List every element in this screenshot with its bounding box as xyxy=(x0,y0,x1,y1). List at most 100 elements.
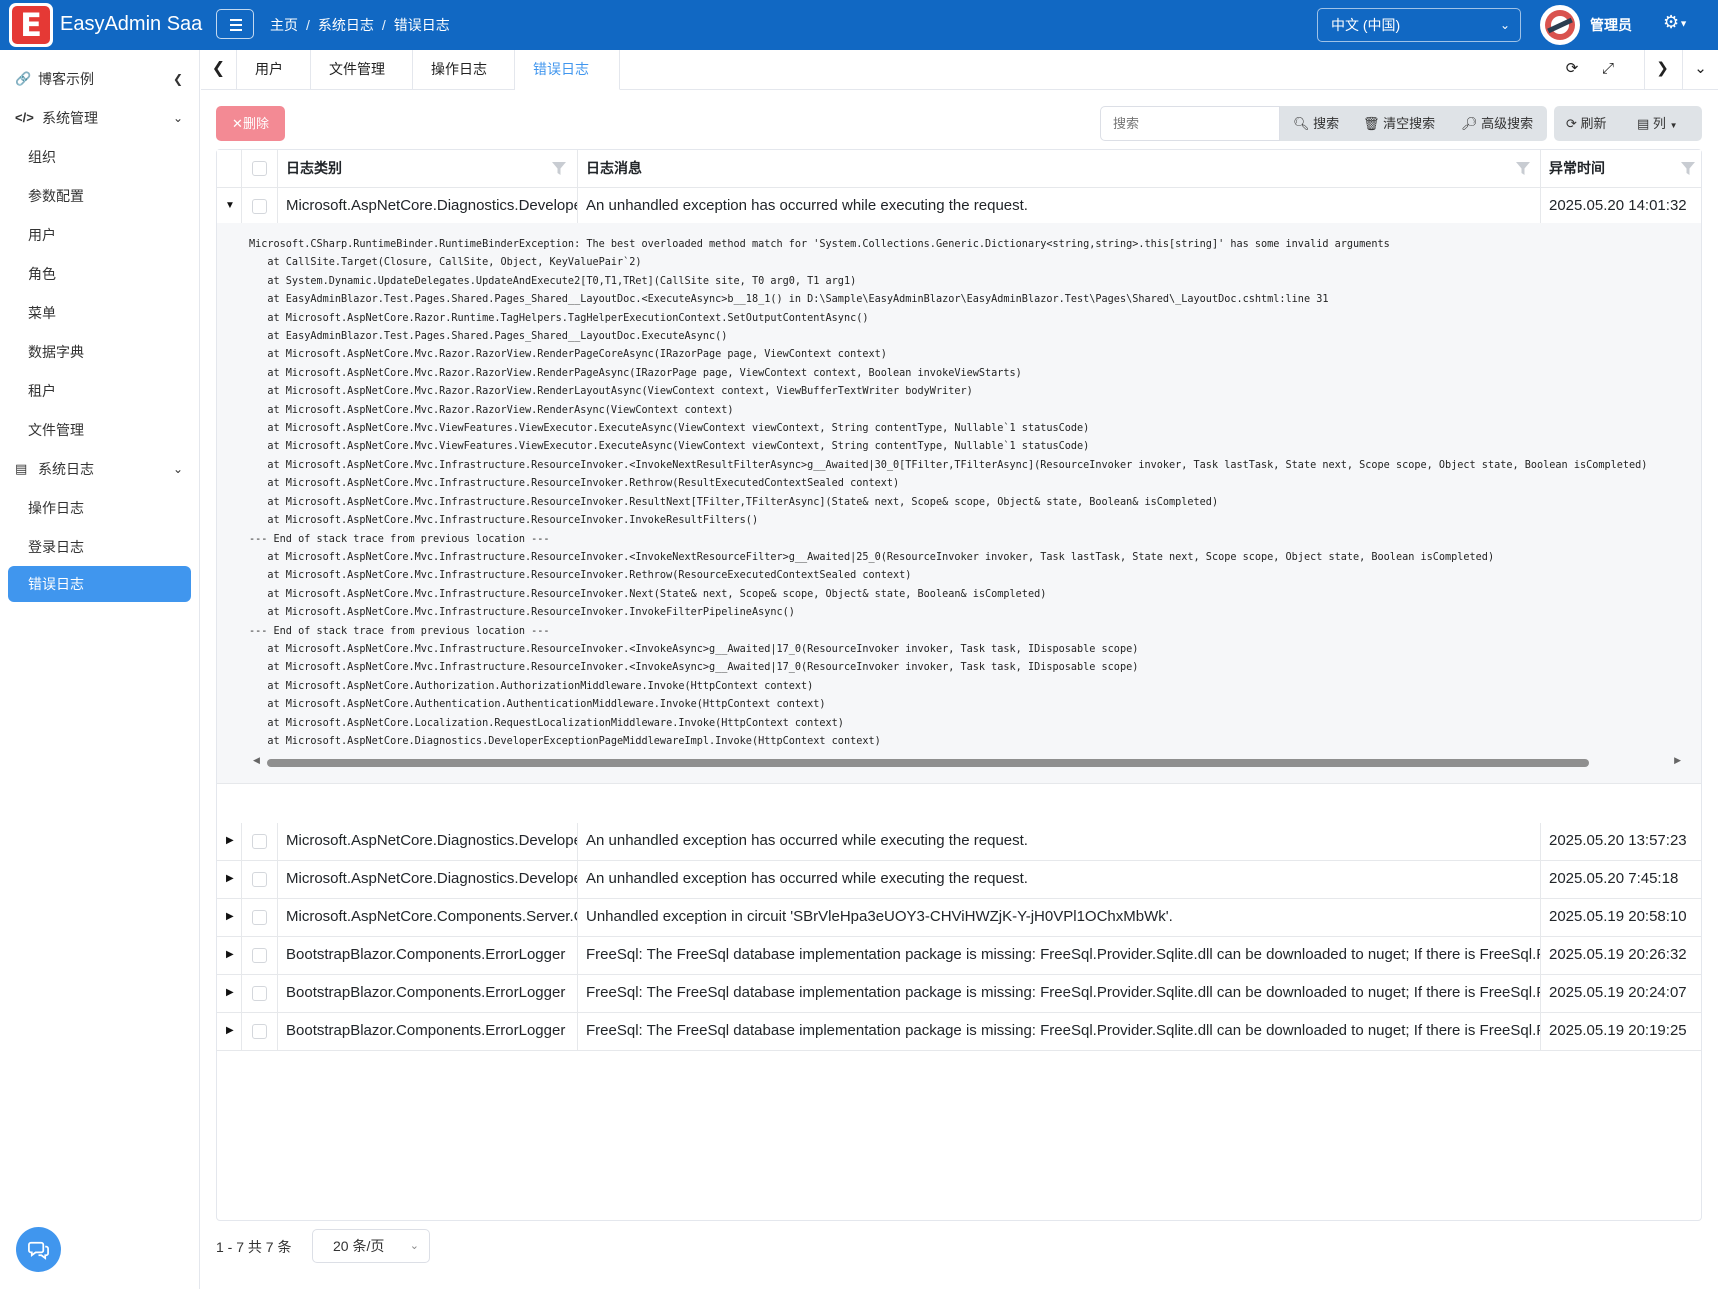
scroll-left-arrow-icon[interactable]: ◀ xyxy=(253,755,260,766)
expand-cell: ▼ xyxy=(217,188,241,224)
row-checkbox[interactable] xyxy=(252,910,267,925)
row-checkbox[interactable] xyxy=(252,948,267,963)
hamburger-icon xyxy=(230,19,242,21)
row-checkbox[interactable] xyxy=(252,1024,267,1039)
language-select[interactable]: 中文 (中国) ⌄ xyxy=(1317,8,1521,42)
cell-message: FreeSql: The FreeSql database implementa… xyxy=(577,975,1540,1012)
expand-row-icon[interactable]: ▶ xyxy=(226,987,234,998)
sidebar-item-roles[interactable]: 角色 xyxy=(8,256,191,292)
expand-row-icon[interactable]: ▶ xyxy=(226,1025,234,1036)
sidebar-item-system-management[interactable]: </> 系统管理 ⌄ xyxy=(8,100,191,136)
expand-row-icon[interactable]: ▶ xyxy=(226,911,234,922)
sidebar-item-tenants[interactable]: 租户 xyxy=(8,373,191,409)
user-name[interactable]: 管理员 xyxy=(1590,15,1632,35)
horizontal-scrollbar[interactable]: ◀ ▶ xyxy=(253,755,1681,767)
sidebar-item-login-log[interactable]: 登录日志 xyxy=(8,529,191,565)
close-icon: ✕ xyxy=(232,116,243,131)
brand-logo[interactable]: E xyxy=(9,3,53,47)
tab-files[interactable]: 文件管理 xyxy=(311,50,413,90)
clear-search-button[interactable]: 🗑︎ 清空搜索 xyxy=(1363,106,1435,141)
sidebar-item-dictionary[interactable]: 数据字典 xyxy=(8,334,191,370)
stack-trace-line: at Microsoft.AspNetCore.Mvc.Infrastructu… xyxy=(249,570,912,582)
language-select-value: 中文 (中国) xyxy=(1331,17,1401,33)
tab-scroll-left-button[interactable]: ❮ xyxy=(201,50,237,89)
stack-trace-line: at Microsoft.AspNetCore.Mvc.Razor.RazorV… xyxy=(249,367,1022,379)
expand-row-icon[interactable]: ▶ xyxy=(226,873,234,884)
row-detail-panel: Microsoft.CSharp.RuntimeBinder.RuntimeBi… xyxy=(217,223,1701,784)
row-checkbox[interactable] xyxy=(252,199,267,214)
filter-icon[interactable] xyxy=(1516,162,1530,175)
sidebar-item-blog[interactable]: 🔗 博客示例 ❮ xyxy=(8,61,191,97)
sidebar-item-error-log[interactable]: 错误日志 xyxy=(8,566,191,602)
tab-error-log[interactable]: 错误日志 xyxy=(515,50,620,90)
filter-icon[interactable] xyxy=(552,162,566,175)
row-checkbox[interactable] xyxy=(252,872,267,887)
tab-label: 用户 xyxy=(255,61,283,77)
expand-cell: ▶ xyxy=(217,1013,241,1050)
sidebar-item-label: 操作日志 xyxy=(28,500,84,516)
avatar[interactable] xyxy=(1540,5,1580,45)
sidebar-item-label: 角色 xyxy=(28,266,56,282)
tab-menu-button[interactable]: ⌄ xyxy=(1682,50,1718,89)
sidebar-item-menus[interactable]: 菜单 xyxy=(8,295,191,331)
cell-time: 2025.05.19 20:58:10 xyxy=(1540,899,1701,936)
sidebar-item-label: 组织 xyxy=(28,149,56,165)
column-header-time[interactable]: 异常时间 xyxy=(1540,150,1701,187)
sidebar-item-organization[interactable]: 组织 xyxy=(8,139,191,175)
table-row[interactable]: ▶ Microsoft.AspNetCore.Diagnostics.Devel… xyxy=(217,861,1701,899)
expand-cell: ▶ xyxy=(217,861,241,898)
expand-row-icon[interactable]: ▶ xyxy=(226,835,234,846)
refresh-button[interactable]: ⟳ 刷新 xyxy=(1566,106,1607,141)
sidebar-item-users[interactable]: 用户 xyxy=(8,217,191,253)
tab-scroll-right-button[interactable]: ❯ xyxy=(1644,50,1680,89)
row-checkbox[interactable] xyxy=(252,986,267,1001)
advanced-search-button[interactable]: 🔎︎ 高级搜索 xyxy=(1461,106,1533,141)
tab-operation-log[interactable]: 操作日志 xyxy=(413,50,515,90)
table-row[interactable]: ▶ Microsoft.AspNetCore.Diagnostics.Devel… xyxy=(217,823,1701,861)
cell-message: FreeSql: The FreeSql database implementa… xyxy=(577,937,1540,974)
breadcrumb-home[interactable]: 主页 xyxy=(270,17,298,33)
page-size-select[interactable]: 20 条/页 ⌄ xyxy=(312,1229,430,1263)
sidebar-item-system-log[interactable]: ▤ 系统日志 ⌄ xyxy=(8,451,191,487)
columns-button-label: 列 xyxy=(1652,116,1666,131)
tab-users[interactable]: 用户 xyxy=(237,50,311,90)
brand-name[interactable]: EasyAdmin Saa xyxy=(60,13,202,36)
breadcrumb-system-log[interactable]: 系统日志 xyxy=(318,17,374,33)
fullscreen-button[interactable]: ⤢ xyxy=(1590,50,1626,89)
cell-message: An unhandled exception has occurred whil… xyxy=(577,861,1540,898)
select-cell xyxy=(241,899,277,936)
table-row[interactable]: ▶ BootstrapBlazor.Components.ErrorLogger… xyxy=(217,975,1701,1013)
top-header: E EasyAdmin Saa 主页 / 系统日志 / 错误日志 中文 (中国) ⌄ 管… xyxy=(0,0,1718,50)
expand-cell: ▶ xyxy=(217,899,241,936)
stack-trace-line: at Microsoft.AspNetCore.Mvc.Infrastructu… xyxy=(249,478,900,490)
chat-button[interactable] xyxy=(16,1227,61,1272)
sidebar-item-parameters[interactable]: 参数配置 xyxy=(8,178,191,214)
delete-button[interactable]: ✕删除 xyxy=(216,106,285,141)
table-row[interactable]: ▶ BootstrapBlazor.Components.ErrorLogger… xyxy=(217,937,1701,975)
search-button[interactable]: 🔍︎ 搜索 xyxy=(1293,106,1339,141)
page-size-value: 20 条/页 xyxy=(333,1238,385,1254)
reload-tab-button[interactable]: ⟳ xyxy=(1554,50,1590,89)
caret-down-icon: ▼ xyxy=(1679,18,1689,29)
sidebar-item-operation-log[interactable]: 操作日志 xyxy=(8,490,191,526)
select-all-checkbox[interactable] xyxy=(252,161,267,176)
search-input[interactable] xyxy=(1100,106,1280,141)
stack-trace-line: at Microsoft.AspNetCore.Razor.Runtime.Ta… xyxy=(249,312,869,324)
menu-toggle-button[interactable] xyxy=(216,9,254,39)
filter-icon[interactable] xyxy=(1681,162,1695,175)
table-row[interactable]: ▶ Microsoft.AspNetCore.Components.Server… xyxy=(217,899,1701,937)
collapse-row-icon[interactable]: ▼ xyxy=(225,200,235,211)
expand-cell: ▶ xyxy=(217,937,241,974)
cell-time: 2025.05.19 20:19:25 xyxy=(1540,1013,1701,1050)
column-header-message[interactable]: 日志消息 xyxy=(577,150,1540,187)
settings-button[interactable]: ⚙▼ xyxy=(1663,12,1688,33)
columns-button[interactable]: ▤ 列 ▼ xyxy=(1637,106,1677,141)
scroll-right-arrow-icon[interactable]: ▶ xyxy=(1674,755,1681,766)
stack-trace-line: --- End of stack trace from previous loc… xyxy=(249,625,550,637)
row-checkbox[interactable] xyxy=(252,834,267,849)
scrollbar-thumb[interactable] xyxy=(267,759,1589,767)
table-row[interactable]: ▶ BootstrapBlazor.Components.ErrorLogger… xyxy=(217,1013,1701,1051)
expand-row-icon[interactable]: ▶ xyxy=(226,949,234,960)
sidebar-item-files[interactable]: 文件管理 xyxy=(8,412,191,448)
column-header-category[interactable]: 日志类别 xyxy=(277,150,577,187)
